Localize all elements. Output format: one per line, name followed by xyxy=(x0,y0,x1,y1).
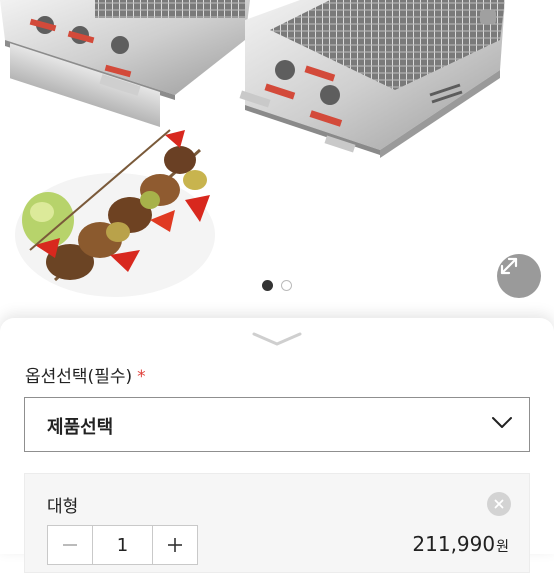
expand-arrows-icon xyxy=(500,257,518,275)
pagination-dot-2[interactable] xyxy=(281,280,292,291)
sheet-collapse-handle[interactable] xyxy=(252,328,302,350)
chevron-down-icon xyxy=(252,332,302,346)
price-currency: 원 xyxy=(496,539,509,555)
close-icon xyxy=(494,499,504,509)
expand-image-button[interactable] xyxy=(497,254,541,298)
gallery-pagination xyxy=(0,280,554,294)
option-section-label: 옵션선택(필수) * xyxy=(25,362,146,387)
option-price: 211,990원 xyxy=(412,532,509,556)
quantity-stepper: 1 xyxy=(47,525,198,565)
option-bottom-sheet: 옵션선택(필수) * 제품선택 대형 1 211,990원 xyxy=(0,318,554,573)
required-mark: * xyxy=(137,367,146,387)
selected-option-item: 대형 1 211,990원 xyxy=(24,473,530,573)
plus-icon xyxy=(168,538,182,552)
selected-option-name: 대형 xyxy=(47,497,79,517)
minus-icon xyxy=(63,544,77,546)
product-photo xyxy=(0,0,505,297)
option-label-text: 옵션선택(필수) xyxy=(25,367,133,387)
remove-option-button[interactable] xyxy=(487,492,511,516)
decrease-quantity-button[interactable] xyxy=(48,526,92,564)
increase-quantity-button[interactable] xyxy=(153,526,197,564)
pagination-dot-1[interactable] xyxy=(262,280,273,291)
product-option-select[interactable]: 제품선택 xyxy=(24,397,530,452)
select-placeholder: 제품선택 xyxy=(47,417,114,438)
price-value: 211,990 xyxy=(412,532,496,556)
product-image-gallery[interactable] xyxy=(0,0,554,318)
chevron-down-icon xyxy=(492,417,512,428)
quantity-value[interactable]: 1 xyxy=(92,526,153,564)
